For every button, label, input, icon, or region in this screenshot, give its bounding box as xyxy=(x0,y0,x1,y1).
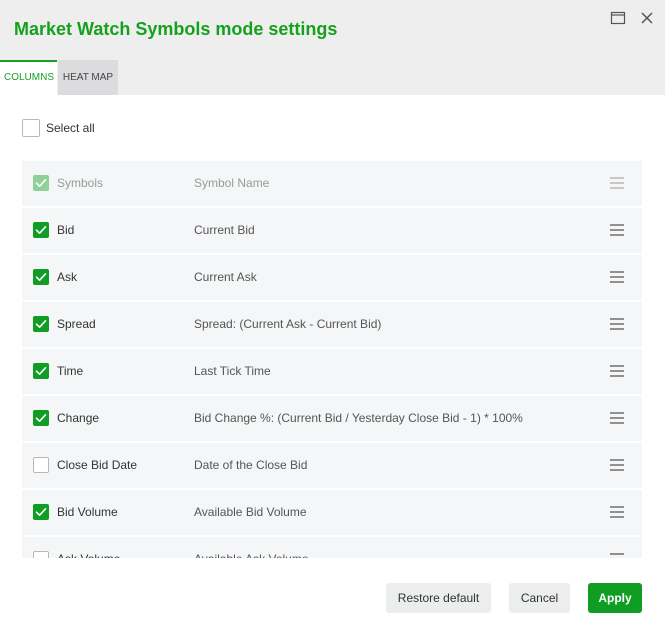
column-name: Ask xyxy=(57,270,78,284)
column-checkbox[interactable] xyxy=(33,316,49,332)
drag-handle-icon[interactable] xyxy=(610,458,624,472)
select-all-box[interactable] xyxy=(22,119,40,137)
column-description: Current Ask xyxy=(194,270,257,284)
dialog-header: Market Watch Symbols mode settings COLUM… xyxy=(0,0,665,95)
column-name: Ask Volume xyxy=(57,537,120,558)
settings-dialog: Market Watch Symbols mode settings COLUM… xyxy=(0,0,665,634)
column-checkbox[interactable] xyxy=(33,457,49,473)
drag-handle-icon xyxy=(610,176,624,190)
column-name: Bid xyxy=(57,223,75,237)
column-row[interactable]: Change Bid Change %: (Current Bid / Yeste… xyxy=(22,396,642,441)
column-checkbox[interactable] xyxy=(33,551,49,558)
column-checkbox[interactable] xyxy=(33,269,49,285)
column-name: Symbols xyxy=(57,176,104,190)
column-checkbox[interactable] xyxy=(33,363,49,379)
restore-default-button[interactable]: Restore default xyxy=(386,583,491,613)
drag-handle-icon[interactable] xyxy=(610,552,624,558)
checkmark-icon xyxy=(35,413,47,422)
select-all-checkbox[interactable]: Select all xyxy=(22,118,95,138)
column-description: Date of the Close Bid xyxy=(194,458,308,472)
maximize-window-icon[interactable] xyxy=(609,9,627,27)
checkmark-icon xyxy=(35,272,47,281)
tab-columns[interactable]: COLUMNS xyxy=(0,60,57,95)
drag-handle-icon[interactable] xyxy=(610,364,624,378)
tab-heat-map[interactable]: HEAT MAP xyxy=(58,60,118,95)
column-description: Available Bid Volume xyxy=(194,505,307,519)
checkmark-icon xyxy=(35,319,47,328)
close-icon[interactable] xyxy=(638,9,656,27)
column-checkbox[interactable] xyxy=(33,222,49,238)
column-description: Current Bid xyxy=(194,223,255,237)
drag-handle-icon[interactable] xyxy=(610,270,624,284)
column-name: Spread xyxy=(57,317,96,331)
checkmark-icon xyxy=(35,178,47,187)
column-name: Change xyxy=(57,411,100,425)
column-name: Time xyxy=(57,364,84,378)
column-name: Bid Volume xyxy=(57,505,118,519)
column-description: Available Ask Volume xyxy=(194,537,309,558)
column-description: Spread: (Current Ask - Current Bid) xyxy=(194,317,382,331)
column-row[interactable]: Close Bid Date Date of the Close Bid xyxy=(22,443,642,488)
checkmark-icon xyxy=(35,225,47,234)
dialog-title: Market Watch Symbols mode settings xyxy=(14,19,338,39)
column-description: Symbol Name xyxy=(194,176,270,190)
column-name: Close Bid Date xyxy=(57,458,138,472)
column-row[interactable]: Bid Current Bid xyxy=(22,208,642,253)
column-checkbox[interactable] xyxy=(33,504,49,520)
checkmark-icon xyxy=(35,366,47,375)
columns-list: Symbols Symbol Name Bid Current Bid Ask Curre… xyxy=(22,161,642,558)
column-description: Last Tick Time xyxy=(194,364,271,378)
drag-handle-icon[interactable] xyxy=(610,223,624,237)
column-row[interactable]: Ask Volume Available Ask Volume xyxy=(22,537,642,558)
apply-button[interactable]: Apply xyxy=(588,583,642,613)
column-row[interactable]: Ask Current Ask xyxy=(22,255,642,300)
drag-handle-icon[interactable] xyxy=(610,411,624,425)
checkmark-icon xyxy=(35,507,47,516)
column-row[interactable]: Symbols Symbol Name xyxy=(22,161,642,206)
select-all-label: Select all xyxy=(46,121,95,135)
column-checkbox[interactable] xyxy=(33,410,49,426)
drag-handle-icon[interactable] xyxy=(610,505,624,519)
cancel-button[interactable]: Cancel xyxy=(509,583,570,613)
column-row[interactable]: Spread Spread: (Current Ask - Current Bid… xyxy=(22,302,642,347)
column-row[interactable]: Bid Volume Available Bid Volume xyxy=(22,490,642,535)
drag-handle-icon[interactable] xyxy=(610,317,624,331)
column-description: Bid Change %: (Current Bid / Yesterday C… xyxy=(194,411,523,425)
column-checkbox xyxy=(33,175,49,191)
column-row[interactable]: Time Last Tick Time xyxy=(22,349,642,394)
